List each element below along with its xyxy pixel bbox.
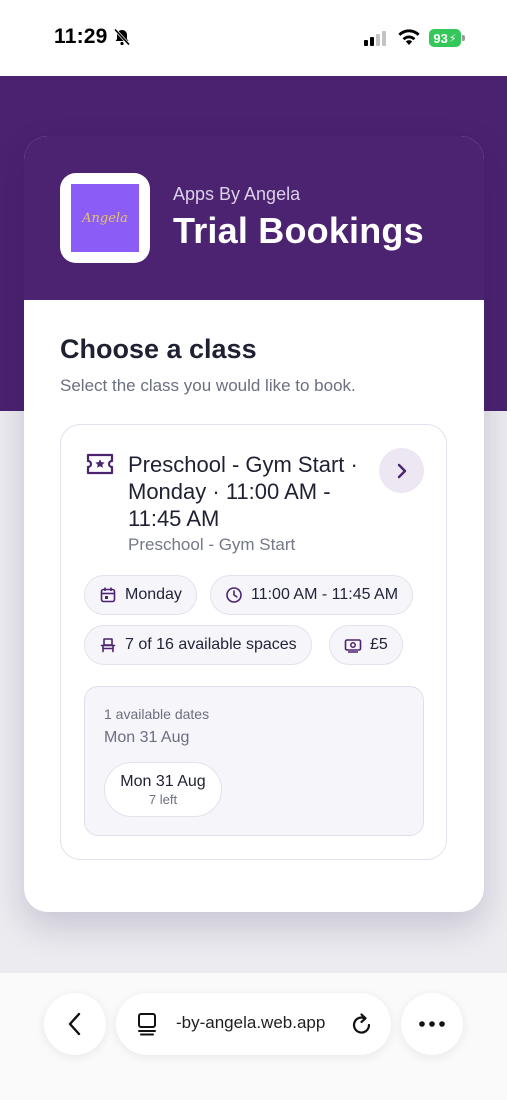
- more-options-button[interactable]: [401, 993, 463, 1055]
- url-text: -by-angela.web.app: [176, 1013, 326, 1032]
- class-title: Preschool - Gym Start · Monday · 11:00 A…: [128, 452, 358, 531]
- spaces-chip: 7 of 16 available spaces: [84, 625, 312, 665]
- section-subtitle: Select the class you would like to book.: [60, 376, 356, 395]
- reload-icon[interactable]: [350, 1011, 374, 1037]
- back-button[interactable]: [44, 993, 106, 1055]
- available-dates-summary: Mon 31 Aug: [104, 729, 190, 746]
- page-title: Trial Bookings: [173, 210, 424, 251]
- logo-image: Angela: [71, 184, 139, 252]
- chevron-left-icon: [68, 1012, 81, 1036]
- wifi-icon: [398, 29, 420, 45]
- seat-icon: [100, 638, 116, 653]
- app-logo: Angela: [60, 173, 150, 263]
- brand-name: Apps By Angela: [173, 184, 301, 204]
- card-header: Angela Apps By Angela Trial Bookings: [24, 136, 484, 300]
- booking-card: Angela Apps By Angela Trial Bookings Cho…: [24, 136, 484, 912]
- battery-indicator: 93 ⚡: [429, 29, 461, 47]
- day-chip: Monday: [84, 575, 197, 615]
- day-chip-label: Monday: [125, 586, 182, 603]
- time-chip: 11:00 AM - 11:45 AM: [210, 575, 414, 615]
- battery-level: 93: [433, 30, 448, 46]
- class-option-card[interactable]: Preschool - Gym Start · Monday · 11:00 A…: [60, 424, 447, 860]
- logo-text: Angela: [82, 210, 128, 226]
- date-option-date: Mon 31 Aug: [120, 772, 206, 790]
- price-chip-label: £5: [370, 636, 388, 653]
- cell-signal-icon: [364, 30, 386, 46]
- class-subtitle: Preschool - Gym Start: [128, 535, 296, 554]
- address-bar[interactable]: -by-angela.web.app: [116, 993, 391, 1055]
- chevron-right-icon: [397, 463, 406, 478]
- tabs-icon: [138, 1013, 156, 1036]
- date-option-remaining: 7 left: [148, 791, 178, 807]
- status-time: 11:29: [54, 25, 108, 48]
- more-dots-icon: [419, 1021, 445, 1027]
- status-bar: 11:29 93 ⚡: [0, 0, 507, 76]
- price-chip: £5: [329, 625, 403, 665]
- browser-toolbar: -by-angela.web.app: [0, 973, 507, 1100]
- battery-nub: [462, 35, 465, 41]
- spaces-chip-label: 7 of 16 available spaces: [125, 636, 297, 653]
- calendar-icon: [100, 587, 116, 603]
- bell-muted-icon: [113, 28, 131, 46]
- ticket-icon: [86, 453, 114, 475]
- available-dates-count: 1 available dates: [104, 706, 210, 722]
- section-title: Choose a class: [60, 334, 257, 364]
- available-dates-panel: 1 available dates Mon 31 Aug Mon 31 Aug …: [84, 686, 424, 836]
- date-option[interactable]: Mon 31 Aug 7 left: [104, 762, 222, 817]
- select-class-button[interactable]: [379, 448, 424, 493]
- money-icon: [344, 639, 362, 653]
- clock-icon: [226, 587, 242, 603]
- time-chip-label: 11:00 AM - 11:45 AM: [251, 586, 399, 603]
